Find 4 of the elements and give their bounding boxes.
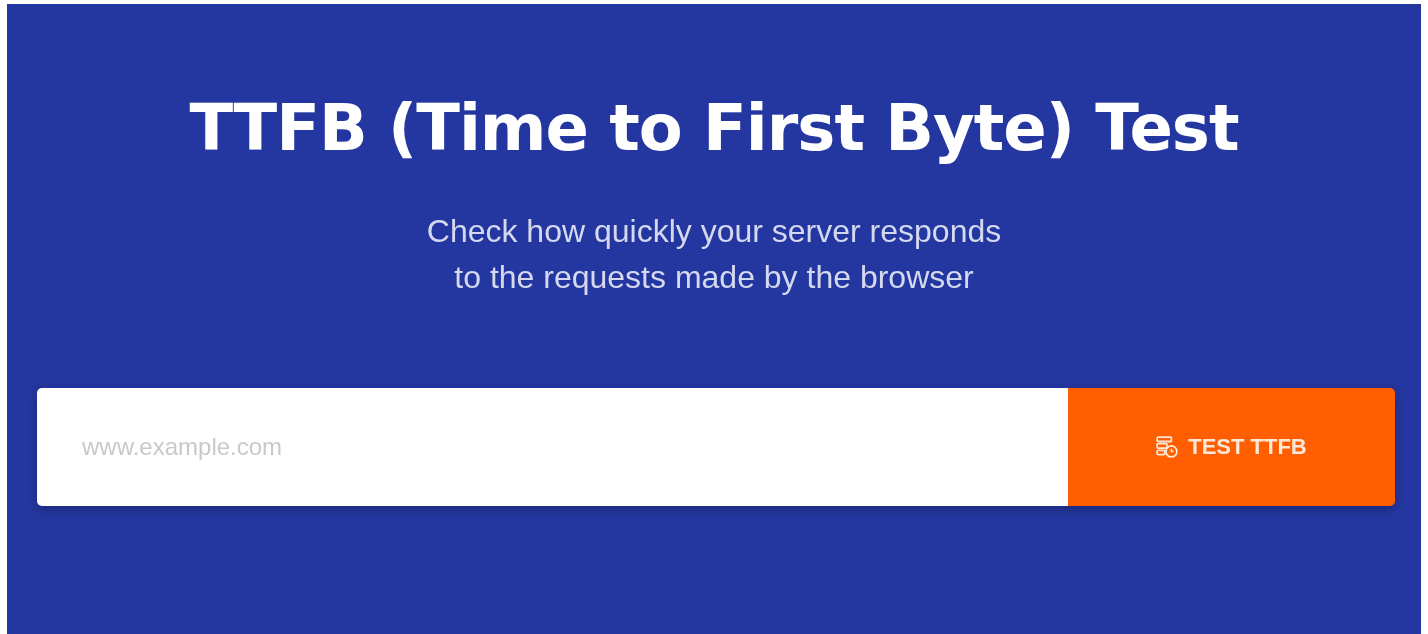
subtitle-line: Check how quickly your server responds xyxy=(426,212,1002,250)
subtitle-line: to the requests made by the browser xyxy=(454,258,974,296)
server-clock-icon xyxy=(1156,436,1179,458)
test-button[interactable]: TEST TTFB xyxy=(1068,388,1395,506)
